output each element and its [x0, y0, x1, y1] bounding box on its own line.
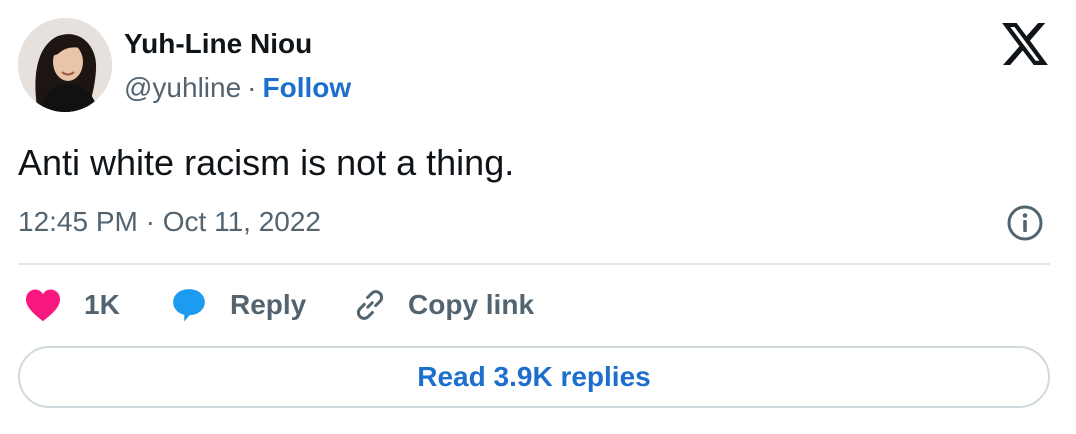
reply-button[interactable]: Reply	[170, 282, 306, 328]
tweet-card: Yuh-Line Niou @yuhline · Follow Anti white…	[0, 0, 1076, 434]
read-replies-button[interactable]: Read 3.9K replies	[18, 346, 1050, 408]
x-logo-icon[interactable]	[1002, 23, 1048, 65]
copy-link-label: Copy link	[408, 289, 535, 320]
separator-dot: ·	[247, 72, 257, 103]
link-icon	[356, 290, 384, 320]
avatar[interactable]	[18, 18, 112, 112]
follow-link[interactable]: Follow	[262, 72, 351, 103]
author-handle-row: @yuhline · Follow	[124, 72, 351, 104]
speech-bubble-icon	[173, 289, 205, 322]
tweet-text: Anti white racism is not a thing.	[18, 142, 515, 183]
like-count: 1K	[84, 289, 120, 320]
author-handle[interactable]: @yuhline	[124, 72, 241, 103]
copy-link-button[interactable]: Copy link	[352, 282, 534, 328]
avatar-photo	[18, 18, 112, 112]
info-icon[interactable]	[1006, 204, 1044, 242]
author-name[interactable]: Yuh-Line Niou	[124, 28, 312, 60]
like-button[interactable]: 1K	[24, 282, 120, 328]
heart-icon	[26, 289, 60, 322]
reply-label: Reply	[230, 289, 307, 320]
tweet-timestamp[interactable]: 12:45 PM · Oct 11, 2022	[18, 206, 321, 238]
divider	[18, 263, 1050, 265]
